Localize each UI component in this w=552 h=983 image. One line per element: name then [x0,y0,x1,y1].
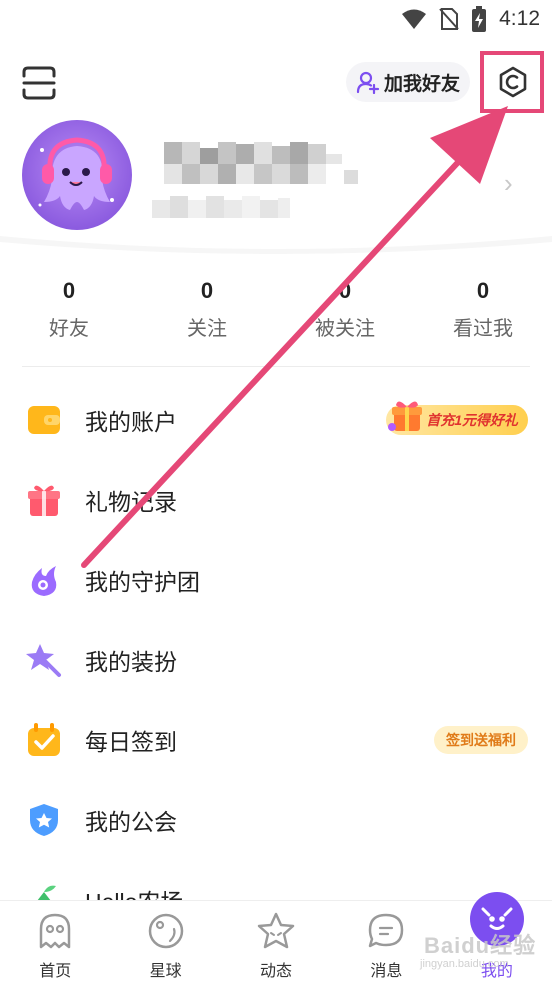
nav-label: 消息 [370,963,403,980]
battery-charging-icon [472,6,487,32]
first-recharge-badge[interactable]: 首充1元得好礼 [386,401,528,435]
gift-box-icon [388,401,423,431]
checkin-reward-badge[interactable]: 签到送福利 [434,726,528,754]
star-face-icon [257,912,295,949]
menu-label: 我的装扮 [85,649,177,675]
pixelated-name-mosaic [152,142,358,218]
stat-value: 0 [62,278,76,303]
stat-followers[interactable]: 0 被关注 [276,276,414,346]
status-time: 4:12 [499,7,540,30]
stat-value: 0 [476,278,490,303]
home-ghost-icon [39,913,71,949]
menu-label: 礼物记录 [85,489,177,515]
watermark-url: jingyan.baidu.com [420,958,509,970]
status-icons: 4:12 [401,6,540,32]
menu-item-guard-team[interactable]: 我的守护团 [0,540,552,620]
nav-home[interactable]: 首页 [0,901,110,983]
add-user-icon [356,71,380,94]
profile-name-blurred [152,140,362,220]
menu-item-guild[interactable]: 我的公会 [0,780,552,860]
menu-item-decoration[interactable]: 我的装扮 [0,620,552,700]
message-bubble-icon [369,913,404,948]
stat-friends[interactable]: 0 好友 [0,276,138,346]
wallet-icon [28,406,60,434]
nav-label: 星球 [149,963,182,980]
add-friend-label: 加我好友 [383,73,460,95]
scan-icon [22,66,56,100]
stat-label: 看过我 [453,318,513,340]
nav-planet[interactable]: 星球 [110,901,220,983]
guild-shield-icon [30,804,58,836]
avatar[interactable] [22,120,132,230]
nav-moments[interactable]: 动态 [221,901,331,983]
menu-label: 每日签到 [85,729,177,755]
menu-label: 我的账户 [85,409,177,435]
menu-list: 我的账户 首充1元得好礼 礼物记录 我的守护团 我的装扮 每日签到 签到送福利 … [0,380,552,940]
profile-chevron-icon[interactable]: › [504,168,513,199]
calendar-check-icon [28,723,60,756]
stat-label: 好友 [49,318,89,340]
stats-row: 0 好友 0 关注 0 被关注 0 看过我 [0,276,552,346]
menu-label: 我的公会 [85,809,177,835]
add-friend-button[interactable]: 加我好友 [346,62,470,102]
watermark: Baidu经验 [424,933,537,958]
wifi-icon [402,9,427,29]
no-sim-icon [439,8,459,30]
gift-icon [28,485,60,516]
status-bar: 4:12 [0,0,552,40]
first-recharge-badge-label: 首充1元得好礼 [426,412,518,428]
settings-highlight-box [480,51,544,113]
stat-label: 被关注 [315,318,375,340]
guard-flame-icon [31,566,57,596]
stat-label: 关注 [187,318,227,340]
stat-visitors[interactable]: 0 看过我 [414,276,552,346]
octopus-headphones-avatar [38,137,114,210]
stat-value: 0 [200,278,214,303]
planet-icon [148,913,183,949]
menu-item-gift-records[interactable]: 礼物记录 [0,460,552,540]
menu-item-daily-checkin[interactable]: 每日签到 签到送福利 [0,700,552,780]
scan-button[interactable] [22,66,56,100]
nav-label: 动态 [260,963,293,980]
nav-label: 首页 [39,963,72,980]
divider [22,366,530,367]
menu-item-account[interactable]: 我的账户 首充1元得好礼 [0,380,552,460]
menu-label: 我的守护团 [85,569,200,595]
header-curve-divider [0,236,552,266]
stat-following[interactable]: 0 关注 [138,276,276,346]
stat-value: 0 [338,278,352,303]
star-wand-icon [26,644,61,677]
